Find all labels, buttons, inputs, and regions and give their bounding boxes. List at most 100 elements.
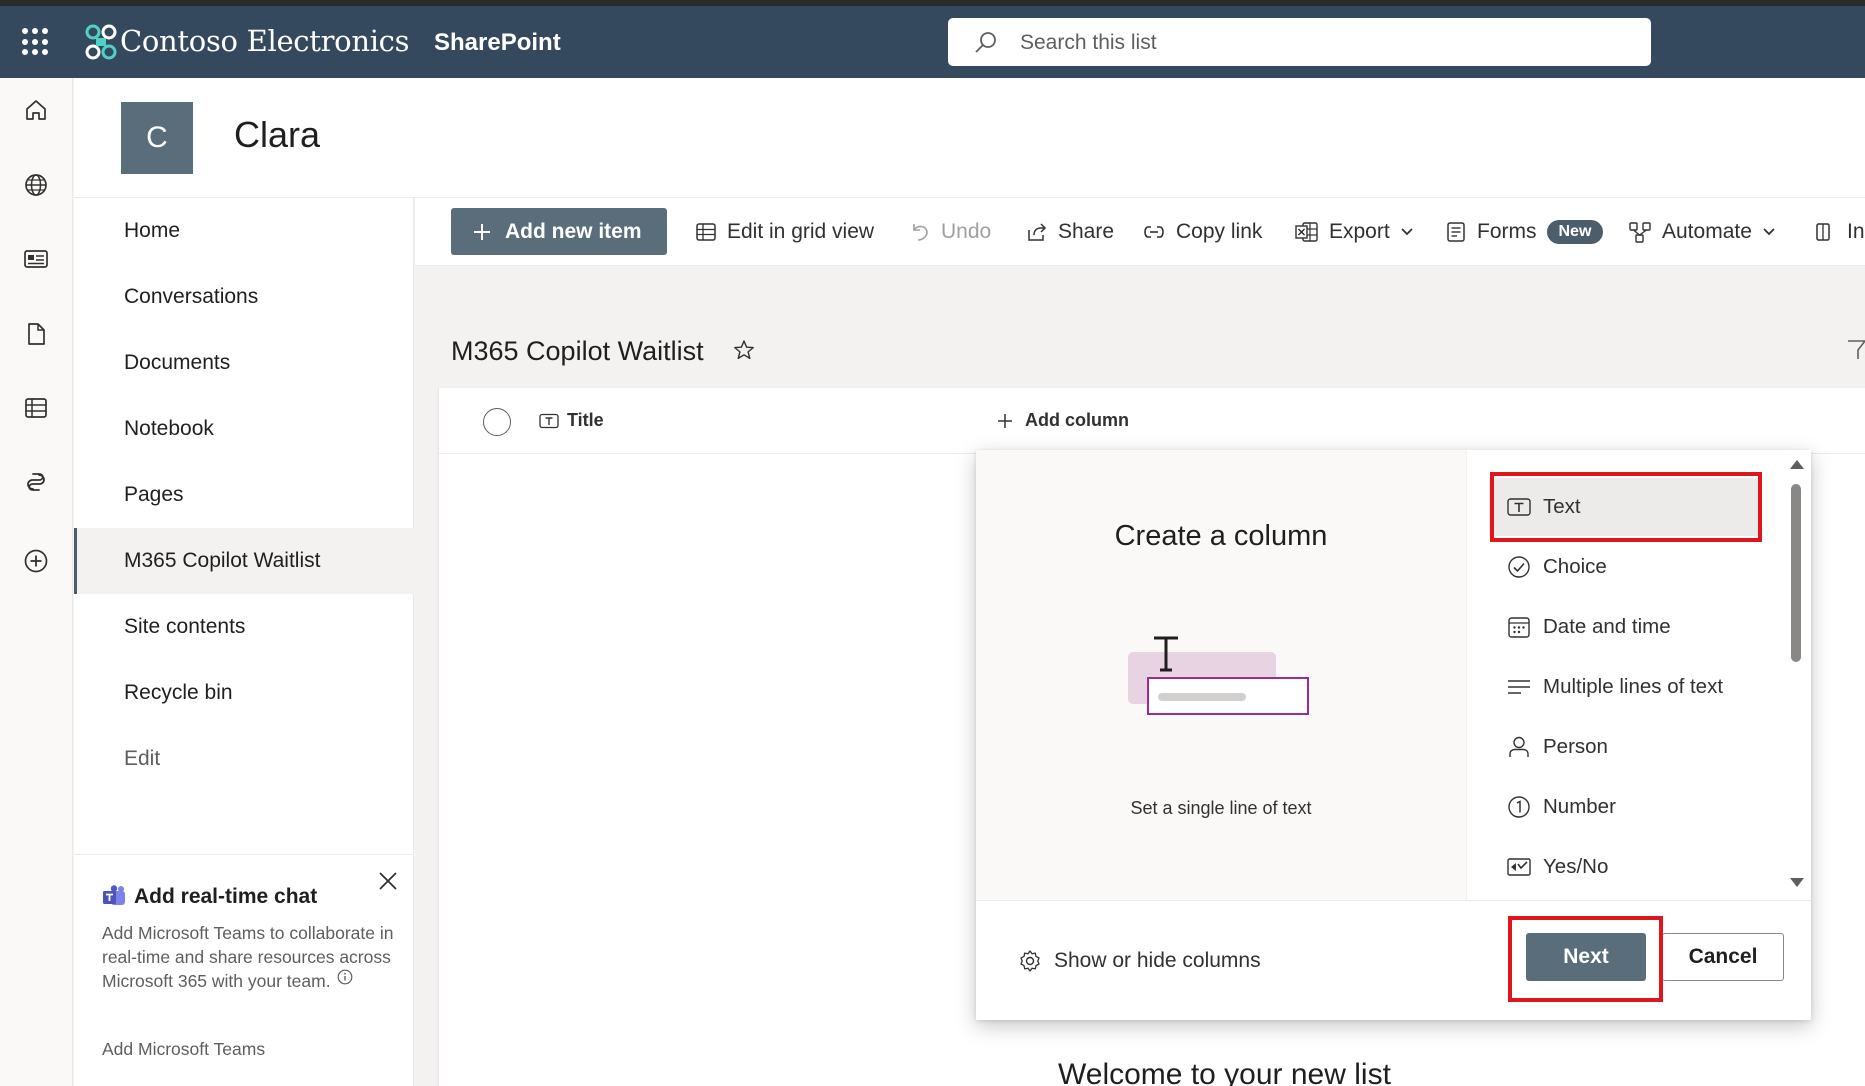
copy-link-label: Copy link — [1176, 220, 1263, 243]
plus-icon — [998, 413, 1012, 428]
export-button[interactable]: Export — [1295, 216, 1424, 248]
column-type-date-label: Date and time — [1543, 615, 1671, 638]
automate-icon — [1629, 222, 1651, 243]
create-column-title: Create a column — [1114, 520, 1328, 552]
app-name[interactable]: SharePoint — [434, 29, 561, 57]
welcome-heading: Welcome to your new list — [1058, 1058, 1391, 1086]
text-column-icon — [539, 413, 559, 428]
share-icon — [1028, 223, 1047, 241]
document-icon[interactable] — [20, 318, 52, 350]
close-icon[interactable] — [376, 869, 400, 893]
multiline-icon — [1508, 680, 1530, 694]
share-button[interactable]: Share — [1026, 216, 1114, 248]
choice-icon — [1508, 556, 1530, 578]
news-icon[interactable] — [20, 243, 52, 275]
window-strip — [0, 0, 1865, 6]
forms-label: Forms — [1477, 220, 1537, 243]
show-hide-columns-button[interactable]: Show or hide columns — [1018, 949, 1261, 973]
show-hide-columns-label: Show or hide columns — [1054, 949, 1261, 972]
column-type-yes-no[interactable]: Yes/No — [1489, 838, 1759, 896]
contoso-logo-icon[interactable] — [84, 24, 118, 60]
add-new-item-button[interactable]: Add new item — [451, 208, 667, 255]
text-icon — [1507, 498, 1531, 516]
undo-label: Undo — [941, 220, 992, 243]
search-icon — [975, 32, 996, 53]
create-column-panel: Create a column Set a single line of tex… — [976, 450, 1811, 1020]
column-preview-pane: Create a column Set a single line of tex… — [976, 450, 1466, 900]
column-type-text[interactable]: Text — [1489, 478, 1759, 536]
chevron-down-icon — [1401, 228, 1413, 236]
yes-no-icon — [1507, 858, 1531, 876]
site-title[interactable]: Clara — [234, 114, 320, 156]
column-type-choice-label: Choice — [1543, 555, 1607, 578]
nav-item-m365-copilot-waitlist[interactable]: M365 Copilot Waitlist — [74, 528, 414, 594]
add-column-button[interactable]: Add column — [997, 410, 1129, 431]
edit-grid-view-button[interactable]: Edit in grid view — [695, 216, 874, 248]
home-icon[interactable] — [20, 94, 52, 126]
undo-button[interactable]: Undo — [909, 216, 991, 248]
chevron-down-icon — [1763, 228, 1775, 236]
create-column-footer: Show or hide columns Next Cancel — [976, 900, 1811, 1020]
integrate-label: In — [1847, 220, 1865, 243]
brand-name[interactable]: Contoso Electronics — [120, 24, 410, 58]
column-type-number[interactable]: Number — [1489, 778, 1759, 836]
nav-item-recycle-bin[interactable]: Recycle bin — [74, 660, 414, 726]
nav-item-conversations[interactable]: Conversations — [74, 264, 414, 330]
column-type-choice[interactable]: Choice — [1489, 538, 1759, 596]
globe-icon[interactable] — [20, 169, 52, 201]
scroll-up-arrow-icon[interactable] — [1790, 460, 1804, 469]
nav-item-home[interactable]: Home — [74, 198, 414, 264]
automate-button[interactable]: Automate — [1628, 216, 1786, 248]
teams-card-title: Add real-time chat — [134, 885, 318, 908]
gear-icon — [1020, 950, 1040, 972]
next-button[interactable]: Next — [1526, 933, 1646, 981]
site-logo[interactable]: C — [121, 102, 193, 174]
select-all-checkbox[interactable] — [483, 408, 511, 436]
add-column-label: Add column — [1025, 410, 1129, 430]
list-title[interactable]: M365 Copilot Waitlist — [451, 336, 704, 367]
favorite-star-icon[interactable] — [733, 339, 755, 361]
app-launcher-icon[interactable] — [22, 28, 50, 56]
column-type-multiline-label: Multiple lines of text — [1543, 675, 1724, 698]
create-icon[interactable] — [20, 545, 52, 577]
column-header-title[interactable]: Title — [539, 410, 604, 431]
info-icon[interactable] — [337, 969, 353, 985]
calendar-icon — [1508, 617, 1530, 638]
list-header-row: Title Add column — [439, 388, 1865, 454]
nav-item-pages[interactable]: Pages — [74, 462, 414, 528]
search-input[interactable]: Search this list — [948, 18, 1651, 66]
copy-link-button[interactable]: Copy link — [1142, 216, 1262, 248]
scrollbar-thumb[interactable] — [1791, 484, 1801, 662]
teams-promo-card: Add real-time chat Add Microsoft Teams t… — [74, 854, 413, 1086]
new-badge: New — [1546, 220, 1604, 244]
site-navigation: Home Conversations Documents Notebook Pa… — [74, 198, 414, 1086]
automate-label: Automate — [1662, 220, 1752, 243]
nav-item-notebook[interactable]: Notebook — [74, 396, 414, 462]
excel-icon — [1295, 222, 1318, 242]
grid-icon — [696, 223, 716, 241]
column-type-person[interactable]: Person — [1489, 718, 1759, 776]
column-type-scrollbar[interactable] — [1789, 460, 1804, 890]
plus-icon — [474, 223, 490, 240]
number-icon — [1508, 796, 1530, 818]
integrate-button[interactable]: In — [1815, 216, 1865, 248]
nav-item-edit[interactable]: Edit — [74, 726, 414, 792]
search-placeholder: Search this list — [1020, 31, 1157, 54]
add-new-item-label: Add new item — [505, 219, 642, 243]
filter-icon[interactable] — [1847, 338, 1865, 362]
scroll-down-arrow-icon[interactable] — [1790, 878, 1804, 887]
integrate-icon — [1816, 223, 1830, 241]
column-type-multiple-lines[interactable]: Multiple lines of text — [1489, 658, 1759, 716]
column-type-number-label: Number — [1543, 795, 1616, 818]
list-icon[interactable] — [20, 392, 52, 424]
share-label: Share — [1058, 220, 1115, 243]
add-teams-link[interactable]: Add Microsoft Teams — [102, 1039, 265, 1060]
nav-item-site-contents[interactable]: Site contents — [74, 594, 414, 660]
cancel-button[interactable]: Cancel — [1662, 933, 1784, 981]
column-type-date-and-time[interactable]: Date and time — [1489, 598, 1759, 656]
loop-icon[interactable] — [20, 466, 52, 498]
link-icon — [1144, 226, 1164, 238]
nav-item-documents[interactable]: Documents — [74, 330, 414, 396]
forms-icon — [1447, 222, 1465, 242]
forms-button[interactable]: Forms New — [1445, 216, 1604, 248]
